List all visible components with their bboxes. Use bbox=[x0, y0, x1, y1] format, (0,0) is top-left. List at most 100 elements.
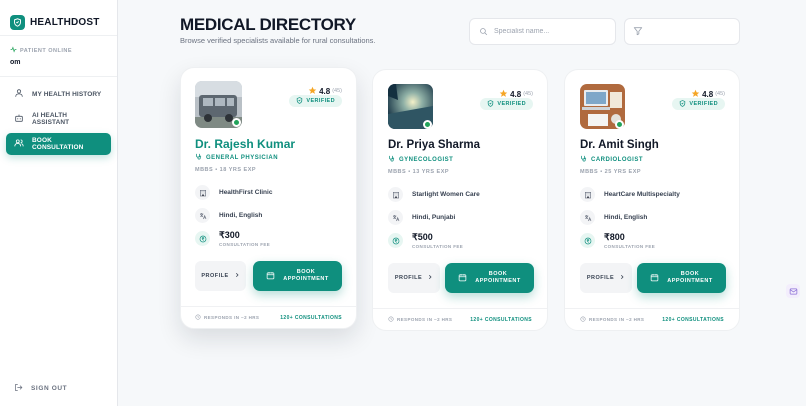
book-label-line-1: BOOK bbox=[680, 270, 700, 277]
clinic-row: HealthFirst Clinic bbox=[195, 185, 272, 200]
doctor-card[interactable]: 4.8 (45) VERIFIED Dr. Priya Sharma GYNEC… bbox=[372, 69, 548, 331]
nav-item-ai-assistant[interactable]: AI HEALTH ASSISTANT bbox=[6, 108, 111, 130]
translate-icon bbox=[388, 210, 403, 225]
chevron-right-icon bbox=[427, 274, 433, 282]
building-icon bbox=[388, 187, 403, 202]
book-appointment-label: BOOK APPOINTMENT bbox=[667, 271, 713, 286]
rating-count: (45) bbox=[715, 91, 725, 97]
response-time-text: RESPONDS IN ~2 HRS bbox=[204, 315, 260, 320]
fee-amount: ₹300 bbox=[219, 230, 240, 240]
card-footer: RESPONDS IN ~2 HRS 120+ CONSULTATIONS bbox=[181, 306, 356, 328]
users-icon bbox=[14, 138, 24, 150]
shield-check-icon bbox=[679, 99, 686, 109]
fee-row: ₹800 CONSULTATION FEE bbox=[580, 232, 655, 249]
doctor-card[interactable]: 4.8 (45) VERIFIED Dr. Amit Singh CARDIOL… bbox=[564, 69, 740, 331]
specialist-search-input[interactable] bbox=[494, 28, 604, 35]
calendar-icon bbox=[650, 273, 659, 284]
profile-label: PROFILE bbox=[394, 275, 423, 281]
doctor-specialty: GENERAL PHYSICIAN bbox=[195, 153, 278, 162]
book-appointment-button[interactable]: BOOK APPOINTMENT bbox=[445, 263, 534, 293]
book-appointment-label: BOOK APPOINTMENT bbox=[475, 271, 521, 286]
stethoscope-icon bbox=[388, 155, 395, 164]
book-label-line-2: APPOINTMENT bbox=[283, 276, 329, 282]
response-time: RESPONDS IN ~2 HRS bbox=[195, 314, 259, 321]
verified-label: VERIFIED bbox=[689, 101, 718, 107]
mail-icon[interactable] bbox=[786, 284, 800, 298]
doctor-specialty: CARDIOLOGIST bbox=[580, 155, 643, 164]
page-title: MEDICAL DIRECTORY bbox=[180, 15, 356, 34]
doctor-name[interactable]: Dr. Rajesh Kumar bbox=[195, 137, 295, 151]
translate-icon bbox=[195, 208, 210, 223]
robot-icon bbox=[14, 113, 24, 125]
online-indicator bbox=[423, 120, 432, 129]
fee-label: CONSULTATION FEE bbox=[219, 242, 271, 247]
consultation-count: 120+ CONSULTATIONS bbox=[280, 314, 342, 321]
verified-badge: VERIFIED bbox=[480, 98, 533, 110]
verified-label: VERIFIED bbox=[497, 101, 526, 107]
patient-status: PATIENT ONLINE bbox=[10, 46, 107, 55]
clock-icon bbox=[388, 316, 394, 323]
consultation-count: 120+ CONSULTATIONS bbox=[662, 316, 724, 323]
building-icon bbox=[195, 185, 210, 200]
response-time-text: RESPONDS IN ~2 HRS bbox=[589, 317, 645, 322]
stethoscope-icon bbox=[580, 155, 587, 164]
nav-item-book-consultation[interactable]: BOOK CONSULTATION bbox=[6, 133, 111, 155]
search-box[interactable] bbox=[469, 18, 616, 45]
building-icon bbox=[580, 187, 595, 202]
nav-item-health-history[interactable]: MY HEALTH HISTORY bbox=[6, 83, 111, 105]
specialty-label: GENERAL PHYSICIAN bbox=[206, 154, 279, 161]
clock-icon bbox=[195, 314, 201, 321]
doctor-card[interactable]: 4.8 (45) VERIFIED Dr. Rajesh Kumar GENER… bbox=[180, 67, 357, 329]
card-footer: RESPONDS IN ~2 HRS 120+ CONSULTATIONS bbox=[373, 308, 547, 330]
filter-dropdown[interactable] bbox=[624, 18, 740, 45]
brand[interactable]: HEALTHDOST bbox=[0, 0, 117, 36]
languages: Hindi, English bbox=[604, 214, 648, 221]
languages: Hindi, Punjabi bbox=[412, 214, 456, 221]
specialty-label: GYNECOLOGIST bbox=[399, 156, 454, 163]
online-indicator bbox=[232, 118, 241, 127]
fee-label: CONSULTATION FEE bbox=[412, 244, 464, 249]
chevron-right-icon bbox=[619, 274, 625, 282]
clinic-row: Starlight Women Care bbox=[388, 187, 480, 202]
fee-label: CONSULTATION FEE bbox=[604, 244, 656, 249]
page-subtitle: Browse verified specialists available fo… bbox=[180, 36, 376, 45]
profile-button[interactable]: PROFILE bbox=[388, 263, 440, 293]
sign-out-button[interactable]: SIGN OUT bbox=[14, 383, 67, 394]
clinic-name: Starlight Women Care bbox=[412, 191, 480, 198]
sidebar: HEALTHDOST PATIENT ONLINE om MY HEALTH H… bbox=[0, 0, 118, 406]
doctor-credentials: MBBS • 18 YRS EXP bbox=[195, 167, 257, 173]
nav-item-label: MY HEALTH HISTORY bbox=[32, 90, 102, 98]
book-label-line-1: BOOK bbox=[296, 268, 316, 275]
rupee-icon bbox=[388, 233, 403, 248]
calendar-icon bbox=[266, 271, 275, 282]
nav-item-label: BOOK CONSULTATION bbox=[32, 137, 84, 151]
languages: Hindi, English bbox=[219, 212, 263, 219]
patient-status-panel: PATIENT ONLINE om bbox=[0, 36, 117, 77]
profile-button[interactable]: PROFILE bbox=[580, 263, 632, 293]
book-appointment-button[interactable]: BOOK APPOINTMENT bbox=[253, 261, 342, 291]
sidebar-nav: MY HEALTH HISTORY AI HEALTH ASSISTANT BO… bbox=[0, 77, 117, 164]
shield-check-icon bbox=[296, 96, 303, 106]
patient-status-label: PATIENT ONLINE bbox=[20, 47, 73, 54]
filter-icon bbox=[633, 23, 643, 41]
doctor-name[interactable]: Dr. Priya Sharma bbox=[388, 139, 480, 151]
consultation-count: 120+ CONSULTATIONS bbox=[470, 316, 532, 323]
patient-name: om bbox=[10, 59, 21, 66]
clinic-row: HeartCare Multispecialty bbox=[580, 187, 680, 202]
book-appointment-label: BOOK APPOINTMENT bbox=[283, 269, 329, 284]
clinic-name: HeartCare Multispecialty bbox=[604, 191, 680, 198]
specialty-label: CARDIOLOGIST bbox=[591, 156, 643, 163]
clock-icon bbox=[580, 316, 586, 323]
brand-name: HEALTHDOST bbox=[30, 17, 100, 28]
doctor-name[interactable]: Dr. Amit Singh bbox=[580, 139, 659, 151]
doctor-credentials: MBBS • 13 YRS EXP bbox=[388, 169, 450, 175]
fee-amount: ₹800 bbox=[604, 232, 625, 242]
book-appointment-button[interactable]: BOOK APPOINTMENT bbox=[637, 263, 726, 293]
profile-label: PROFILE bbox=[586, 275, 615, 281]
profile-button[interactable]: PROFILE bbox=[195, 261, 246, 291]
book-label-line-1: BOOK bbox=[488, 270, 508, 277]
rating-count: (45) bbox=[523, 91, 533, 97]
nav-item-label: AI HEALTH ASSISTANT bbox=[32, 112, 70, 126]
sign-out-label: SIGN OUT bbox=[31, 385, 68, 392]
response-time-text: RESPONDS IN ~2 HRS bbox=[397, 317, 453, 322]
